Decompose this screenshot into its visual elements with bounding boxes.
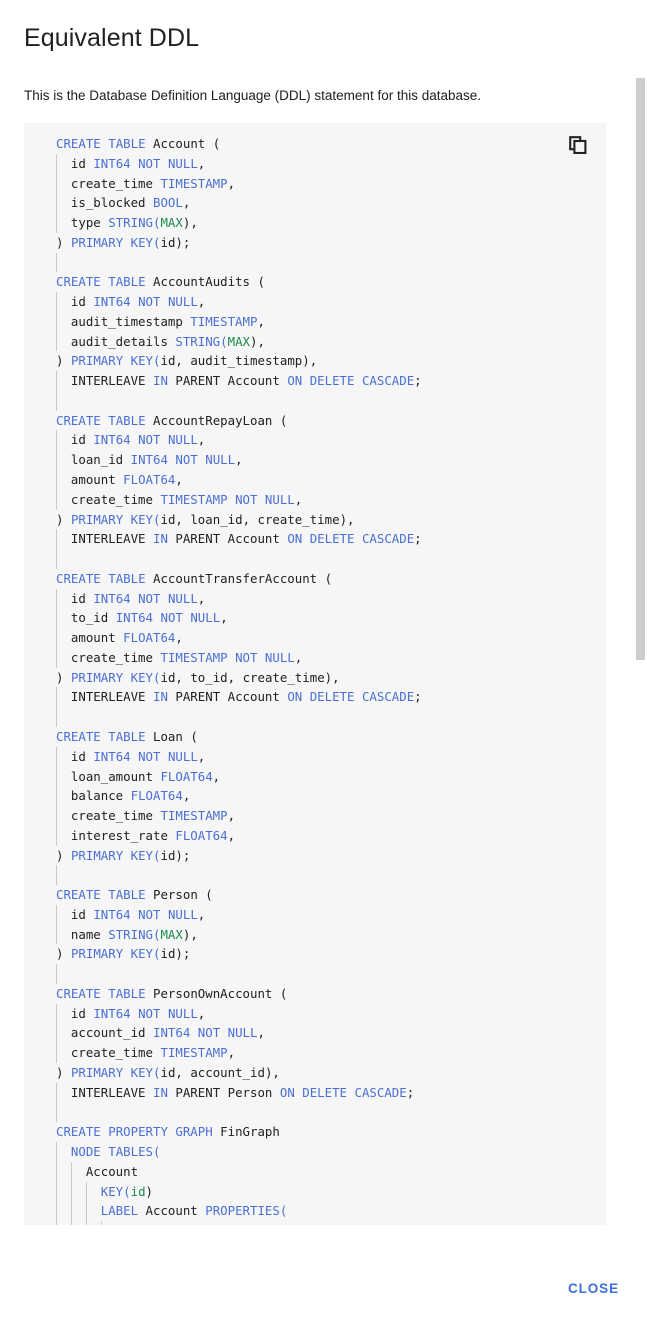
code-line: create_time <box>56 1221 606 1225</box>
code-line-blank <box>56 865 606 886</box>
code-line: create_time TIMESTAMP, <box>56 173 606 194</box>
page-title: Equivalent DDL <box>24 24 200 52</box>
code-line: name STRING(MAX), <box>56 924 606 945</box>
code-line: CREATE TABLE AccountTransferAccount ( <box>56 570 333 586</box>
code-line: id INT64 NOT NULL, <box>56 904 606 925</box>
code-line: CREATE TABLE Loan ( <box>56 728 198 744</box>
code-line: CREATE PROPERTY GRAPH FinGraph <box>56 1124 280 1140</box>
code-line: balance FLOAT64, <box>56 786 606 807</box>
dialog-description: This is the Database Definition Language… <box>24 88 482 103</box>
code-line: amount FLOAT64, <box>56 628 606 648</box>
code-line: ) PRIMARY KEY(id, account_id), <box>56 1064 280 1080</box>
code-line: INTERLEAVE IN PARENT Account ON DELETE C… <box>56 371 606 391</box>
code-line: amount FLOAT64, <box>56 470 606 490</box>
code-line: to_id INT64 NOT NULL, <box>56 608 606 629</box>
code-line: CREATE TABLE Person ( <box>56 887 213 903</box>
code-line: loan_amount FLOAT64, <box>56 766 606 787</box>
code-line: ) PRIMARY KEY(id, to_id, create_time), <box>56 669 340 685</box>
code-line: id INT64 NOT NULL, <box>56 153 606 174</box>
code-line: create_time TIMESTAMP, <box>56 1043 606 1063</box>
code-line: create_time TIMESTAMP NOT NULL, <box>56 647 606 668</box>
code-line: INTERLEAVE IN PARENT Account ON DELETE C… <box>56 687 606 708</box>
code-line: KEY(id) <box>56 1181 606 1202</box>
code-line-blank <box>56 549 606 569</box>
code-line: ) PRIMARY KEY(id, loan_id, create_time), <box>56 511 355 527</box>
code-line: id INT64 NOT NULL, <box>56 588 606 609</box>
code-line: CREATE TABLE AccountRepayLoan ( <box>56 412 288 428</box>
code-line: id INT64 NOT NULL, <box>56 292 606 312</box>
ddl-code-card: CREATE TABLE Account ( id INT64 NOT NULL… <box>24 123 606 1225</box>
code-line-blank <box>56 964 606 984</box>
code-line: ) PRIMARY KEY(id); <box>56 946 191 962</box>
code-line: id INT64 NOT NULL, <box>56 1003 606 1024</box>
code-line: create_time TIMESTAMP, <box>56 806 606 826</box>
code-line: CREATE TABLE AccountAudits ( <box>56 274 265 290</box>
code-line: LABEL Account PROPERTIES( <box>56 1201 606 1222</box>
equivalent-ddl-dialog: Equivalent DDL This is the Database Defi… <box>0 0 647 1319</box>
code-line: ) PRIMARY KEY(id); <box>56 234 191 250</box>
code-line: INTERLEAVE IN PARENT Account ON DELETE C… <box>56 529 606 550</box>
copy-icon[interactable] <box>566 133 590 157</box>
code-line: account_id INT64 NOT NULL, <box>56 1023 606 1044</box>
ddl-code-text: CREATE TABLE Account ( id INT64 NOT NULL… <box>24 123 606 1225</box>
code-line: id INT64 NOT NULL, <box>56 430 606 451</box>
close-button[interactable]: CLOSE <box>558 1273 629 1304</box>
code-line: audit_details STRING(MAX), <box>56 331 606 352</box>
code-line: ) PRIMARY KEY(id); <box>56 847 191 863</box>
code-line: create_time TIMESTAMP NOT NULL, <box>56 489 606 510</box>
code-line: CREATE TABLE Account ( <box>56 136 221 151</box>
code-line: ) PRIMARY KEY(id, audit_timestamp), <box>56 353 318 369</box>
code-line: interest_rate FLOAT64, <box>56 825 606 846</box>
code-line: is_blocked BOOL, <box>56 193 606 214</box>
code-line: id INT64 NOT NULL, <box>56 746 606 767</box>
code-line: NODE TABLES( <box>56 1142 606 1162</box>
code-line-blank <box>56 252 606 273</box>
code-line: INTERLEAVE IN PARENT Person ON DELETE CA… <box>56 1082 606 1103</box>
code-line: type STRING(MAX), <box>56 213 606 233</box>
page-scrollbar-thumb[interactable] <box>636 78 645 660</box>
code-line: Account <box>56 1161 606 1182</box>
page-scrollbar[interactable] <box>634 0 647 1319</box>
code-line: CREATE TABLE PersonOwnAccount ( <box>56 985 288 1001</box>
code-line-blank <box>56 390 606 411</box>
code-line-blank <box>56 1102 606 1123</box>
code-line: loan_id INT64 NOT NULL, <box>56 450 606 471</box>
code-scroll-region[interactable]: CREATE TABLE Account ( id INT64 NOT NULL… <box>24 123 606 1225</box>
code-line-blank <box>56 707 606 727</box>
code-line: audit_timestamp TIMESTAMP, <box>56 311 606 332</box>
